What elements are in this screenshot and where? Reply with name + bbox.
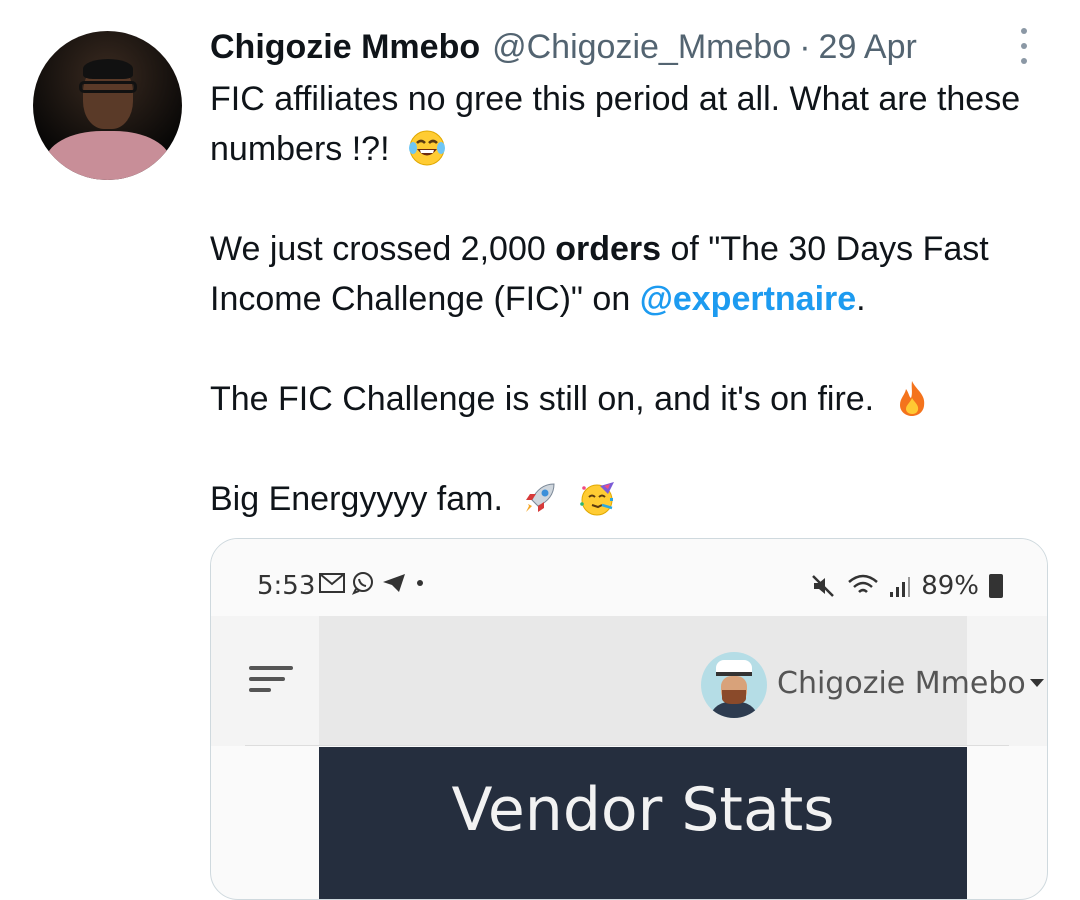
battery-icon xyxy=(989,574,1003,598)
header-separator: · xyxy=(799,28,811,66)
laughing-crying-emoji xyxy=(408,130,445,166)
telegram-icon xyxy=(383,574,405,592)
user-avatar-capband xyxy=(716,672,752,676)
user-avatar-beard xyxy=(722,690,746,704)
avatar-glasses xyxy=(79,81,137,93)
author-handle[interactable]: @Chigozie_Mmebo xyxy=(492,26,791,68)
tweet-text: FIC affiliates no gree this period at al… xyxy=(210,74,1040,524)
menu-line xyxy=(249,677,285,681)
gmail-icon xyxy=(319,573,345,593)
status-system-icons: 89% xyxy=(811,571,1003,601)
avatar-hair xyxy=(83,59,133,79)
author-name[interactable]: Chigozie Mmebo xyxy=(210,26,480,68)
vendor-stats-banner: Vendor Stats xyxy=(319,747,967,899)
user-name: Chigozie Mmebo xyxy=(777,666,1026,701)
user-avatar-body xyxy=(709,702,759,718)
chevron-down-icon xyxy=(1029,679,1044,687)
paragraph-text: The FIC Challenge is still on, and it's … xyxy=(210,380,875,418)
party-face-emoji xyxy=(579,482,614,516)
menu-line xyxy=(249,666,293,670)
tweet-paragraph: The FIC Challenge is still on, and it's … xyxy=(210,374,1040,424)
tweet-paragraph: FIC affiliates no gree this period at al… xyxy=(210,74,1040,174)
fire-emoji xyxy=(899,381,924,416)
bold-text: orders xyxy=(555,230,662,268)
user-avatar[interactable] xyxy=(701,652,767,718)
rocket-emoji xyxy=(526,483,555,512)
more-dot xyxy=(1021,43,1027,49)
mention-link[interactable]: @expertnaire xyxy=(640,280,856,318)
tweet-media-screenshot[interactable]: 5:53 89% Chigozie Mmebo Vendor Stats xyxy=(210,538,1048,900)
tweet-paragraph: We just crossed 2,000 orders of "The 30 … xyxy=(210,224,1040,324)
page-title: Vendor Stats xyxy=(451,775,835,845)
wifi-icon xyxy=(848,574,879,593)
paragraph-text: . xyxy=(856,280,866,318)
mute-icon xyxy=(812,575,835,597)
avatar-shirt xyxy=(45,131,171,180)
more-dot xyxy=(1021,28,1027,34)
more-icon[interactable] xyxy=(1014,26,1034,66)
tweet-paragraph: Big Energyyyy fam. xyxy=(210,474,1040,524)
tweet-header: Chigozie Mmebo @Chigozie_Mmebo · 29 Apr xyxy=(210,26,917,68)
paragraph-text: FIC affiliates no gree this period at al… xyxy=(210,80,1021,168)
battery-percent: 89% xyxy=(921,571,979,601)
menu-icon[interactable] xyxy=(249,666,293,696)
paragraph-text: Big Energyyyy fam. xyxy=(210,480,503,518)
author-avatar[interactable] xyxy=(33,31,182,180)
phone-status-bar: 5:53 89% xyxy=(211,539,1047,615)
user-menu[interactable]: Chigozie Mmebo xyxy=(777,666,1044,701)
whatsapp-icon xyxy=(351,572,373,595)
tweet-date[interactable]: 29 Apr xyxy=(819,26,917,68)
header-divider xyxy=(245,745,1009,746)
app-header: Chigozie Mmebo xyxy=(211,616,1047,746)
status-time: 5:53 xyxy=(257,571,316,601)
more-dot xyxy=(1021,58,1027,64)
menu-line xyxy=(249,688,271,692)
signal-icon xyxy=(890,577,911,597)
status-notification-icons xyxy=(319,571,427,595)
dot-icon xyxy=(417,580,423,586)
paragraph-text: We just crossed 2,000 xyxy=(210,230,556,268)
